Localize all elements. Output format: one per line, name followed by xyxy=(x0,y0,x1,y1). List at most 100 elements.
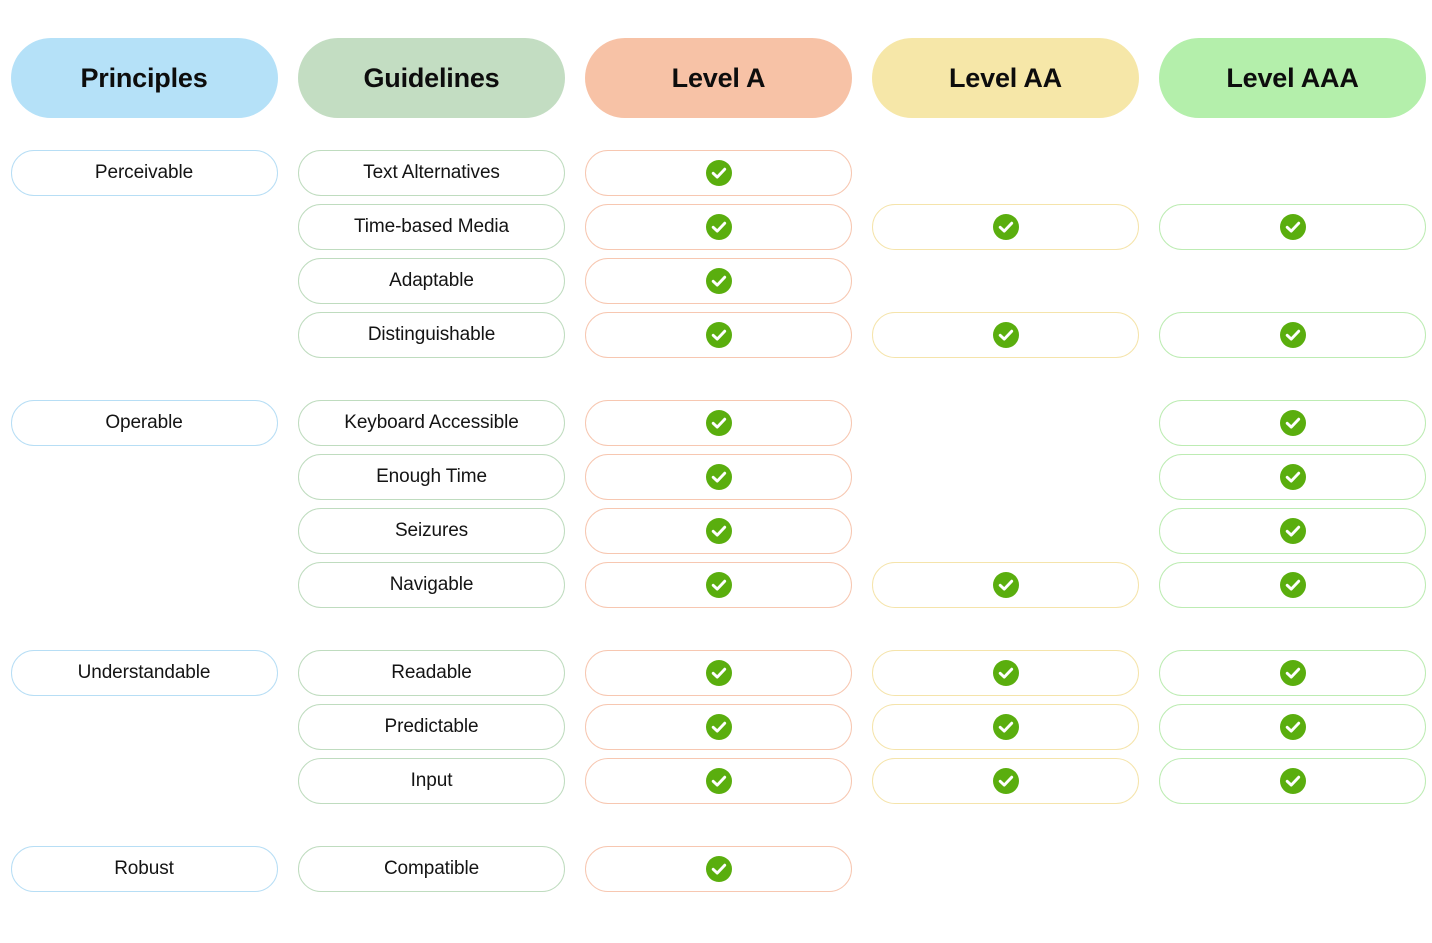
guideline-cell[interactable]: Compatible xyxy=(298,846,565,892)
level-a-cell[interactable] xyxy=(585,400,852,446)
level-aa-cell xyxy=(872,258,1139,304)
column-header-level-aaa: Level AAA xyxy=(1159,38,1426,118)
check-circle-icon xyxy=(705,322,732,348)
level-aa-cell[interactable] xyxy=(872,312,1139,358)
level-aaa-cell-slot xyxy=(1149,204,1432,250)
guideline-cell-label: Readable xyxy=(391,662,472,683)
level-a-cell[interactable] xyxy=(585,312,852,358)
level-a-cell[interactable] xyxy=(585,454,852,500)
check-circle-icon xyxy=(1279,322,1306,348)
level-aaa-cell[interactable] xyxy=(1159,454,1426,500)
guideline-cell[interactable]: Keyboard Accessible xyxy=(298,400,565,446)
level-aa-cell-slot xyxy=(862,454,1149,500)
level-aaa-cell[interactable] xyxy=(1159,650,1426,696)
level-a-cell[interactable] xyxy=(585,258,852,304)
guideline-cell[interactable]: Text Alternatives xyxy=(298,150,565,196)
level-aaa-cell-slot xyxy=(1149,846,1432,892)
level-a-cell-slot xyxy=(575,704,862,750)
level-aa-cell-slot xyxy=(862,758,1149,804)
guideline-cell-label: Compatible xyxy=(383,858,480,879)
principle-section: Understandable Readable Predictable Input xyxy=(0,650,1432,804)
check-circle-icon xyxy=(705,214,732,240)
level-aa-cell-slot xyxy=(862,312,1149,358)
guideline-cell-label: Enough Time xyxy=(376,466,487,487)
level-aaa-cell[interactable] xyxy=(1159,758,1426,804)
table-row: Adaptable xyxy=(0,258,1432,304)
level-aa-cell[interactable] xyxy=(872,704,1139,750)
level-aaa-cell[interactable] xyxy=(1159,400,1426,446)
principle-cell-label: Understandable xyxy=(77,662,211,683)
check-circle-icon xyxy=(1279,660,1306,686)
principle-cell xyxy=(11,258,278,304)
guideline-cell[interactable]: Predictable xyxy=(298,704,565,750)
level-aaa-cell-slot xyxy=(1149,312,1432,358)
principle-cell-slot xyxy=(0,454,288,500)
level-aaa-cell-slot xyxy=(1149,508,1432,554)
level-aaa-cell[interactable] xyxy=(1159,312,1426,358)
level-aaa-cell-slot xyxy=(1149,758,1432,804)
level-aa-cell xyxy=(872,400,1139,446)
level-aa-cell-slot xyxy=(862,400,1149,446)
level-a-cell[interactable] xyxy=(585,846,852,892)
guideline-cell[interactable]: Time-based Media xyxy=(298,204,565,250)
guideline-cell[interactable]: Readable xyxy=(298,650,565,696)
level-aaa-cell[interactable] xyxy=(1159,508,1426,554)
level-aa-cell[interactable] xyxy=(872,758,1139,804)
check-circle-icon xyxy=(705,856,732,882)
level-aaa-cell-slot xyxy=(1149,400,1432,446)
principle-cell-slot: Perceivable xyxy=(0,150,288,196)
principle-cell[interactable]: Robust xyxy=(10,846,278,892)
column-header-level-aa: Level AA xyxy=(872,38,1139,118)
level-aa-cell[interactable] xyxy=(872,650,1139,696)
level-aa-cell-slot xyxy=(862,204,1149,250)
level-a-cell-slot xyxy=(575,150,862,196)
level-aa-cell xyxy=(872,846,1139,892)
level-aa-cell xyxy=(872,508,1139,554)
check-circle-icon xyxy=(992,322,1019,348)
level-a-cell[interactable] xyxy=(585,704,852,750)
level-a-cell[interactable] xyxy=(585,508,852,554)
table-row: Perceivable Text Alternatives xyxy=(0,150,1432,196)
level-a-cell-slot xyxy=(575,312,862,358)
level-a-cell-slot xyxy=(575,650,862,696)
principle-cell-slot: Operable xyxy=(0,400,288,446)
guideline-cell[interactable]: Navigable xyxy=(298,562,565,608)
level-a-cell[interactable] xyxy=(585,562,852,608)
level-aaa-cell-slot xyxy=(1149,258,1432,304)
guideline-cell-slot: Time-based Media xyxy=(288,204,575,250)
level-aa-cell[interactable] xyxy=(872,204,1139,250)
principle-cell xyxy=(11,758,278,804)
level-a-cell[interactable] xyxy=(585,758,852,804)
check-circle-icon xyxy=(1279,768,1306,794)
principle-cell[interactable]: Perceivable xyxy=(10,150,278,196)
guideline-cell-label: Seizures xyxy=(394,520,469,541)
level-a-cell[interactable] xyxy=(585,650,852,696)
principle-cell[interactable]: Understandable xyxy=(10,650,278,696)
guideline-cell[interactable]: Adaptable xyxy=(298,258,565,304)
guideline-cell-slot: Adaptable xyxy=(288,258,575,304)
level-a-cell-slot xyxy=(575,758,862,804)
guideline-cell-slot: Distinguishable xyxy=(288,312,575,358)
principle-cell[interactable]: Operable xyxy=(10,400,278,446)
guideline-cell[interactable]: Input xyxy=(298,758,565,804)
level-aaa-cell[interactable] xyxy=(1159,704,1426,750)
principle-cell xyxy=(11,454,278,500)
level-aa-cell[interactable] xyxy=(872,562,1139,608)
level-aaa-cell[interactable] xyxy=(1159,204,1426,250)
guideline-cell[interactable]: Seizures xyxy=(298,508,565,554)
guideline-cell[interactable]: Enough Time xyxy=(298,454,565,500)
table-row: Robust Compatible xyxy=(0,846,1432,892)
level-aaa-cell[interactable] xyxy=(1159,562,1426,608)
check-circle-icon xyxy=(705,518,732,544)
level-a-cell-slot xyxy=(575,204,862,250)
level-a-cell[interactable] xyxy=(585,204,852,250)
level-aa-cell-slot xyxy=(862,150,1149,196)
column-header-guidelines: Guidelines xyxy=(298,38,565,118)
column-header-label: Level AAA xyxy=(1226,62,1359,93)
table-row: Enough Time xyxy=(0,454,1432,500)
guideline-cell-label: Navigable xyxy=(389,574,474,595)
level-a-cell[interactable] xyxy=(585,150,852,196)
guideline-cell[interactable]: Distinguishable xyxy=(298,312,565,358)
principle-section: Perceivable Text Alternatives Time-based M… xyxy=(0,150,1432,358)
principle-section: Operable Keyboard Accessible Enough Time Se… xyxy=(0,400,1432,608)
